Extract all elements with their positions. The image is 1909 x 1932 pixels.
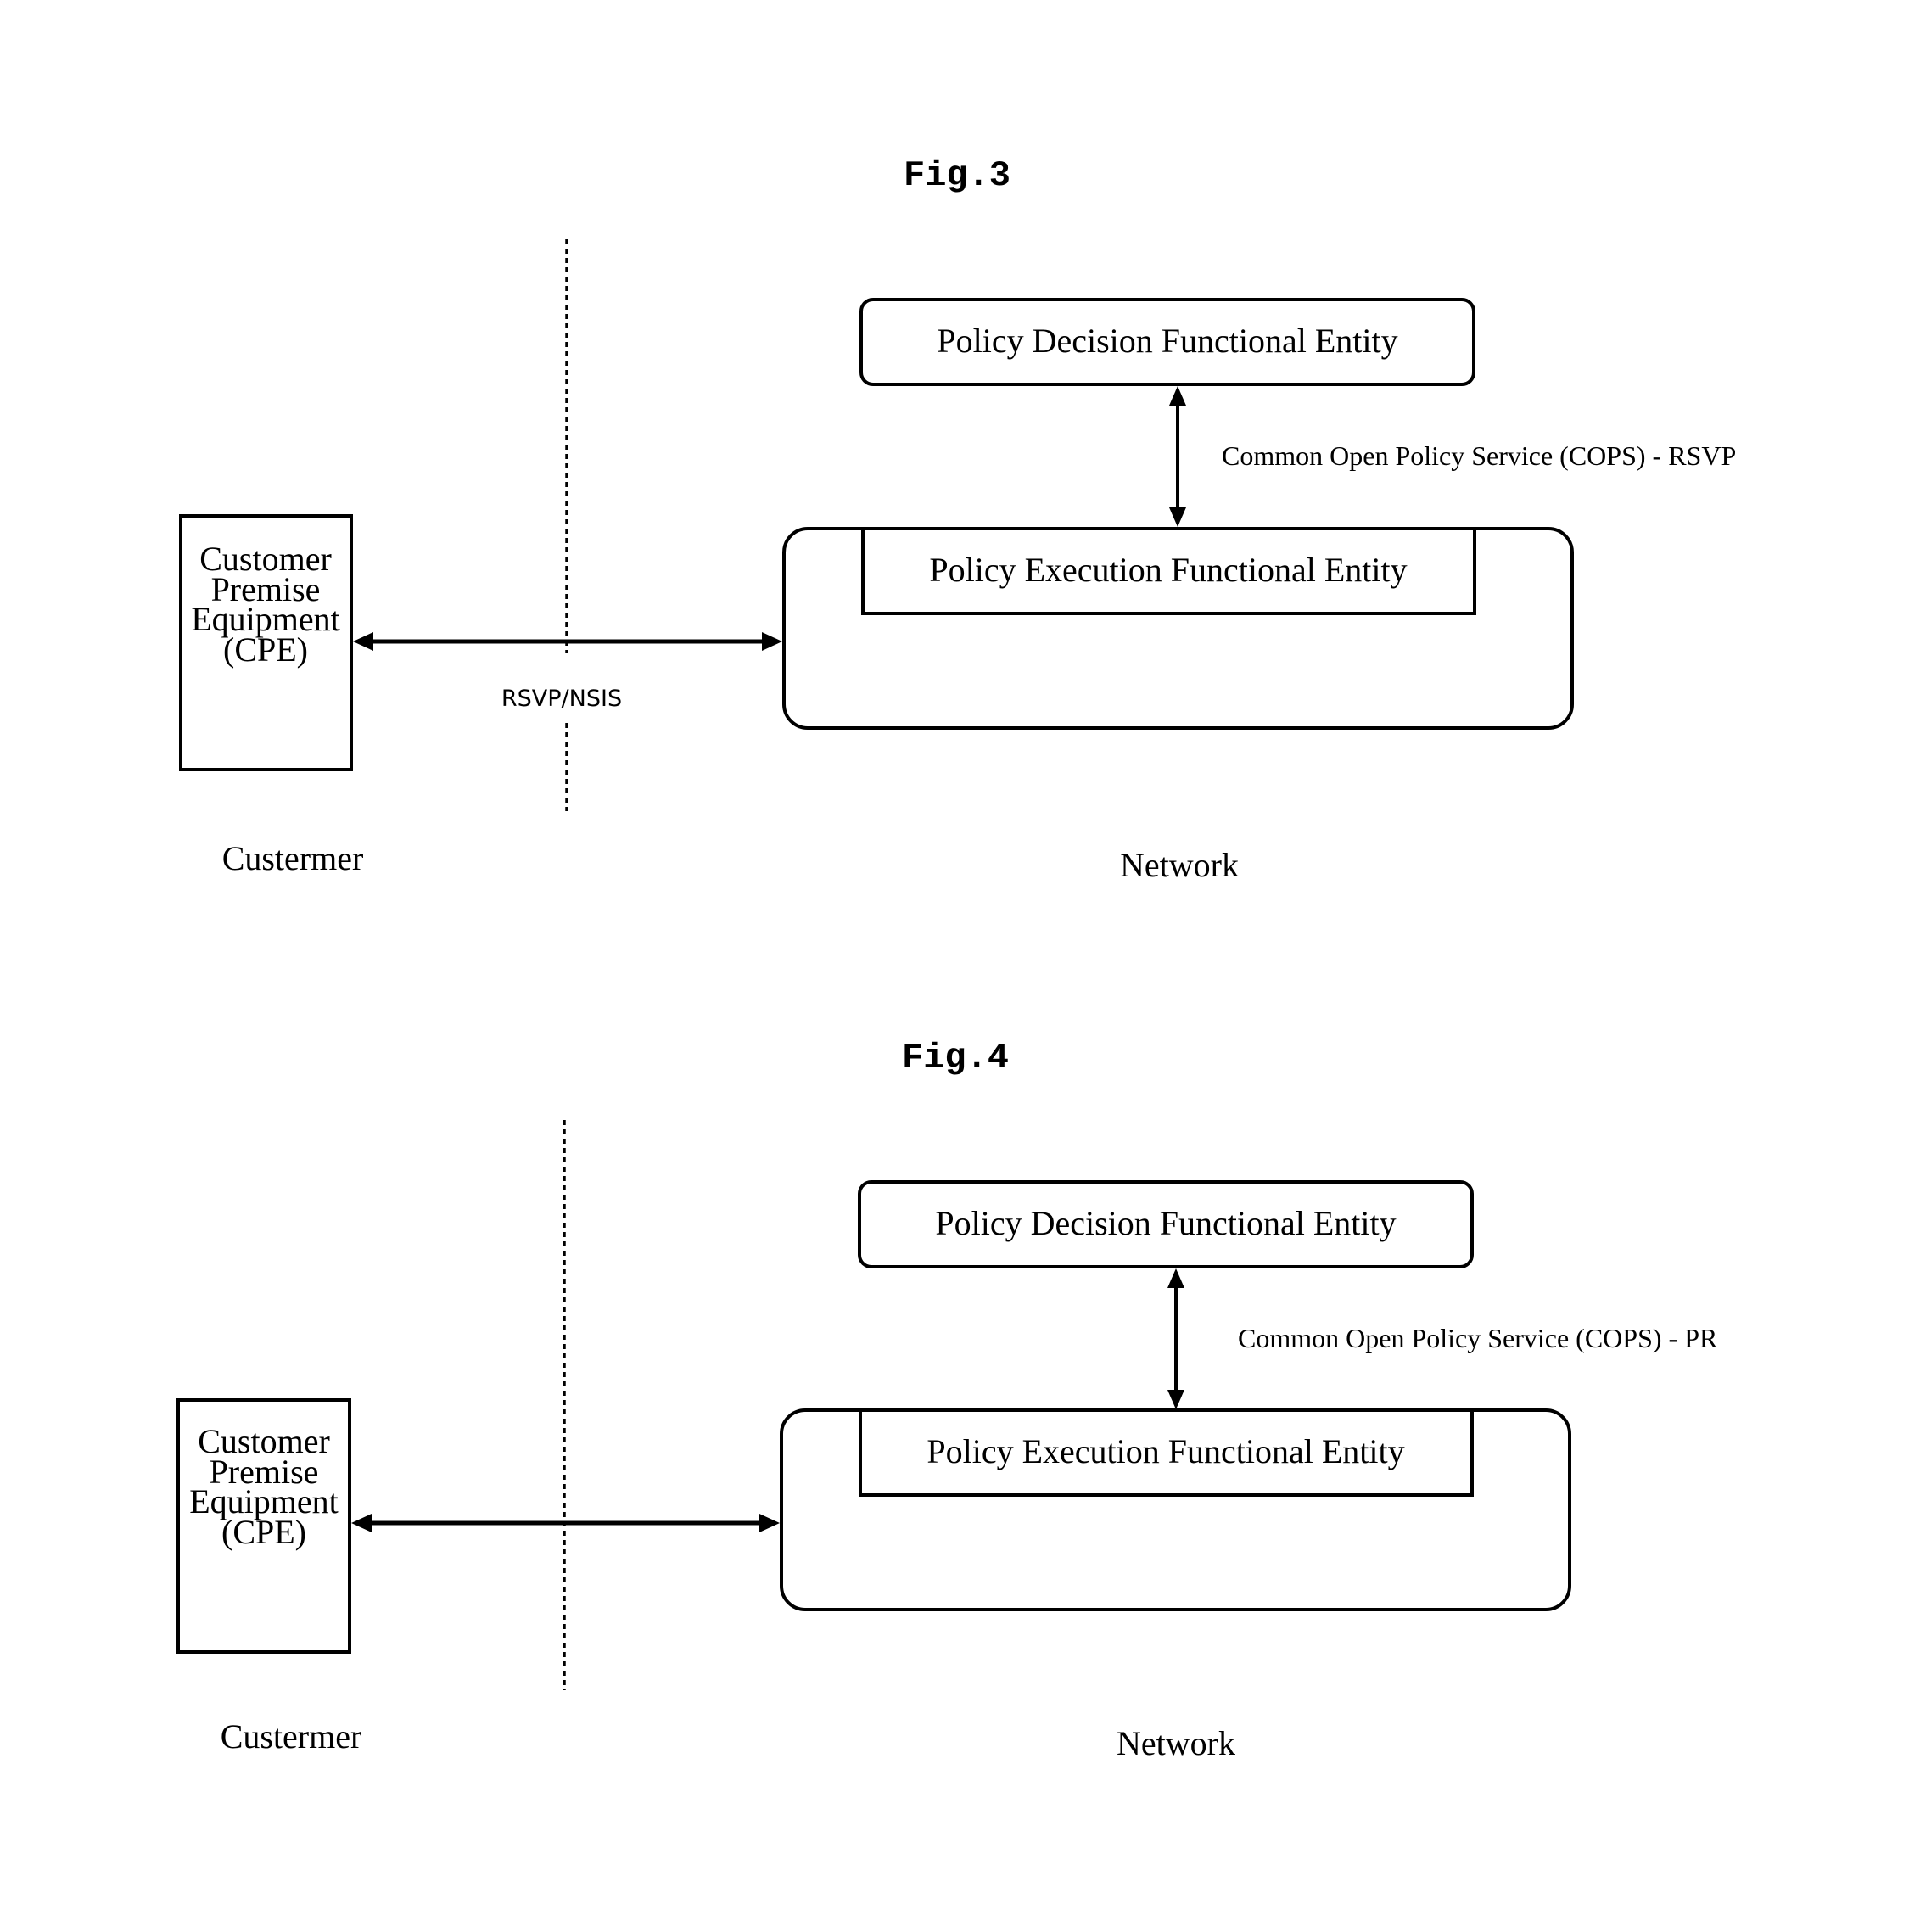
- policy-decision-entity: Policy Decision Functional Entity: [859, 298, 1475, 386]
- cops-link: Common Open Policy Service (COPS) - RSVP: [1169, 386, 1736, 527]
- network-side-label: Network: [1117, 1724, 1235, 1762]
- customer-side-label: Custermer: [222, 839, 364, 877]
- policy-execution-label: Policy Execution Functional Entity: [927, 1432, 1404, 1470]
- policy-decision-label: Policy Decision Functional Entity: [937, 322, 1397, 360]
- customer-side-label: Custermer: [221, 1717, 362, 1756]
- arrow-right-icon: [759, 1514, 780, 1532]
- patent-drawing-sheet: Fig.3 Policy Decision Functional Entity …: [176, 155, 1736, 1762]
- arrow-left-icon: [351, 1514, 372, 1532]
- arrow-left-icon: [353, 632, 373, 651]
- cops-link-label: Common Open Policy Service (COPS) - PR: [1238, 1323, 1718, 1353]
- arrow-up-icon: [1169, 386, 1186, 406]
- arrow-up-icon: [1167, 1268, 1184, 1288]
- policy-execution-entity: Policy Execution Functional Entity: [861, 527, 1476, 615]
- arrow-down-icon: [1169, 507, 1186, 527]
- figure-3: Fig.3 Policy Decision Functional Entity …: [179, 155, 1736, 884]
- cpe-entity: Customer Premise Equipment (CPE): [179, 514, 353, 771]
- cops-link-label: Common Open Policy Service (COPS) - RSVP: [1222, 440, 1736, 471]
- arrow-down-icon: [1167, 1390, 1184, 1409]
- network-side-label: Network: [1120, 846, 1239, 884]
- figure-title: Fig.3: [904, 155, 1010, 196]
- figure-4: Fig.4 Policy Decision Functional Entity …: [176, 1038, 1718, 1762]
- cops-link: Common Open Policy Service (COPS) - PR: [1167, 1268, 1718, 1409]
- policy-execution-label: Policy Execution Functional Entity: [929, 551, 1407, 589]
- cpe-entity: Customer Premise Equipment (CPE): [176, 1398, 351, 1654]
- policy-execution-entity: Policy Execution Functional Entity: [859, 1408, 1474, 1497]
- cpe-label-line: (CPE): [221, 1513, 306, 1551]
- policy-decision-entity: Policy Decision Functional Entity: [858, 1180, 1474, 1268]
- cpe-label-line: (CPE): [223, 630, 308, 669]
- figure-title: Fig.4: [902, 1038, 1009, 1078]
- policy-decision-label: Policy Decision Functional Entity: [935, 1204, 1396, 1242]
- cpe-network-link-label: RSVP/NSIS: [501, 686, 622, 712]
- arrow-right-icon: [762, 632, 782, 651]
